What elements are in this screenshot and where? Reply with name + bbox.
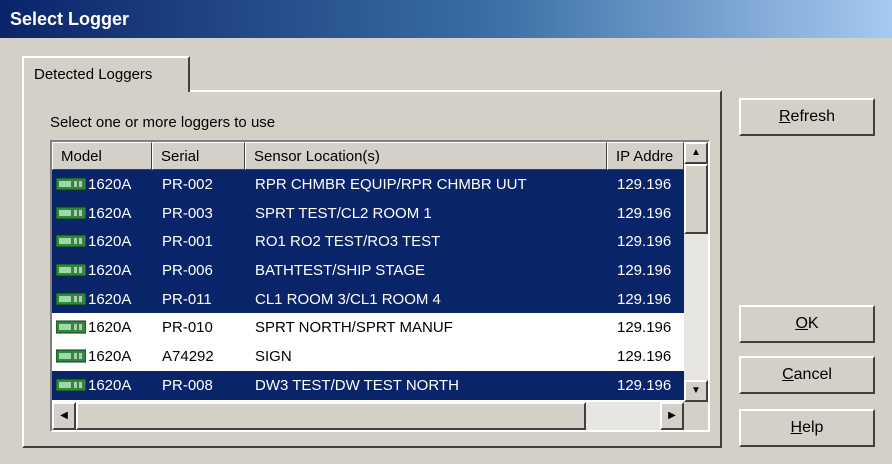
scroll-down-button[interactable]: ▼: [684, 380, 708, 402]
row-ip-address: 129.196: [617, 262, 672, 280]
column-header-ip-address[interactable]: IP Addre: [607, 142, 684, 170]
row-serial: A74292: [162, 348, 214, 366]
row-model: 1620A: [88, 376, 132, 394]
row-ip-address: 129.196: [617, 204, 672, 222]
row-serial: PR-006: [162, 262, 213, 280]
row-serial: PR-011: [162, 290, 212, 308]
row-sensor-location: CL1 ROOM 3/CL1 ROOM 4: [255, 290, 441, 308]
vertical-scrollbar[interactable]: ▲ ▼: [684, 142, 708, 402]
logger-list[interactable]: Model Serial Sensor Location(s) IP Addre…: [50, 140, 710, 432]
row-ip-address: 129.196: [617, 348, 672, 366]
column-header-serial[interactable]: Serial: [152, 142, 245, 170]
row-serial: PR-003: [162, 204, 213, 222]
row-model: 1620A: [88, 204, 132, 222]
row-ip-address: 129.196: [617, 290, 672, 308]
scroll-left-button[interactable]: ◀: [52, 402, 76, 430]
row-serial: PR-008: [162, 376, 213, 394]
vertical-scroll-thumb[interactable]: [684, 164, 708, 234]
logger-device-icon: [55, 349, 87, 363]
logger-device-icon: [55, 292, 87, 306]
scroll-down-arrow-icon: ▼: [691, 385, 701, 396]
tab-detected-loggers[interactable]: Detected Loggers: [22, 56, 190, 92]
scroll-left-arrow-icon: ◀: [60, 410, 68, 421]
table-row[interactable]: 1620A PR-006 BATHTEST/SHIP STAGE 129.196: [52, 256, 684, 285]
horizontal-scroll-thumb[interactable]: [76, 402, 586, 430]
scroll-right-arrow-icon: ▶: [668, 410, 676, 421]
column-header-sensor-location[interactable]: Sensor Location(s): [245, 142, 607, 170]
tab-label: Detected Loggers: [34, 66, 153, 83]
row-model: 1620A: [88, 262, 132, 280]
row-sensor-location: SPRT NORTH/SPRT MANUF: [255, 319, 453, 337]
row-sensor-location: RPR CHMBR EQUIP/RPR CHMBR UUT: [255, 176, 527, 193]
cancel-button[interactable]: Cancel: [739, 356, 875, 394]
row-ip-address: 129.196: [617, 176, 672, 193]
row-ip-address: 129.196: [617, 376, 672, 394]
refresh-button[interactable]: Refresh: [739, 98, 875, 136]
table-row[interactable]: 1620A PR-011 CL1 ROOM 3/CL1 ROOM 4 129.196: [52, 284, 684, 314]
logger-device-icon: [55, 206, 87, 220]
row-model: 1620A: [88, 290, 132, 308]
logger-device-icon: [55, 234, 87, 248]
scroll-up-button[interactable]: ▲: [684, 142, 708, 164]
table-row[interactable]: 1620A PR-001 RO1 RO2 TEST/RO3 TEST 129.196: [52, 227, 684, 257]
scroll-up-arrow-icon: ▲: [691, 147, 701, 158]
table-row[interactable]: 1620A PR-002 RPR CHMBR EQUIP/RPR CHMBR UUT…: [52, 170, 684, 199]
window-title: Select Logger: [10, 9, 130, 29]
row-sensor-location: SPRT TEST/CL2 ROOM 1: [255, 204, 432, 222]
list-rows: 1620A PR-002 RPR CHMBR EQUIP/RPR CHMBR UUT…: [52, 170, 684, 400]
row-serial: PR-001: [162, 233, 213, 251]
horizontal-scrollbar[interactable]: ◀ ▶: [52, 402, 684, 430]
row-serial: PR-010: [162, 319, 213, 337]
scroll-right-button[interactable]: ▶: [660, 402, 684, 430]
row-model: 1620A: [88, 176, 132, 193]
logger-device-icon: [55, 177, 87, 191]
row-model: 1620A: [88, 319, 132, 337]
row-model: 1620A: [88, 348, 132, 366]
row-sensor-location: RO1 RO2 TEST/RO3 TEST: [255, 233, 441, 251]
instruction-label: Select one or more loggers to use: [50, 114, 276, 131]
row-model: 1620A: [88, 233, 132, 251]
logger-device-icon: [55, 378, 87, 392]
help-button[interactable]: Help: [739, 409, 875, 447]
row-ip-address: 129.196: [617, 233, 672, 251]
row-sensor-location: BATHTEST/SHIP STAGE: [255, 262, 426, 280]
list-header: Model Serial Sensor Location(s) IP Addre: [52, 142, 684, 170]
table-row[interactable]: 1620A PR-010 SPRT NORTH/SPRT MANUF 129.196: [52, 313, 684, 342]
scrollbar-corner: [684, 402, 708, 430]
table-row[interactable]: 1620A PR-003 SPRT TEST/CL2 ROOM 1 129.196: [52, 198, 684, 228]
title-bar: Select Logger: [0, 0, 892, 38]
logger-device-icon: [55, 320, 87, 334]
column-header-model[interactable]: Model: [52, 142, 152, 170]
row-sensor-location: SIGN: [255, 348, 292, 366]
row-sensor-location: DW3 TEST/DW TEST NORTH: [255, 376, 459, 394]
table-row[interactable]: 1620A A74292 SIGN 129.196: [52, 342, 684, 371]
logger-device-icon: [55, 263, 87, 277]
row-serial: PR-002: [162, 176, 213, 193]
row-ip-address: 129.196: [617, 319, 672, 337]
table-row[interactable]: 1620A PR-008 DW3 TEST/DW TEST NORTH 129.196: [52, 370, 684, 400]
ok-button[interactable]: OK: [739, 305, 875, 343]
